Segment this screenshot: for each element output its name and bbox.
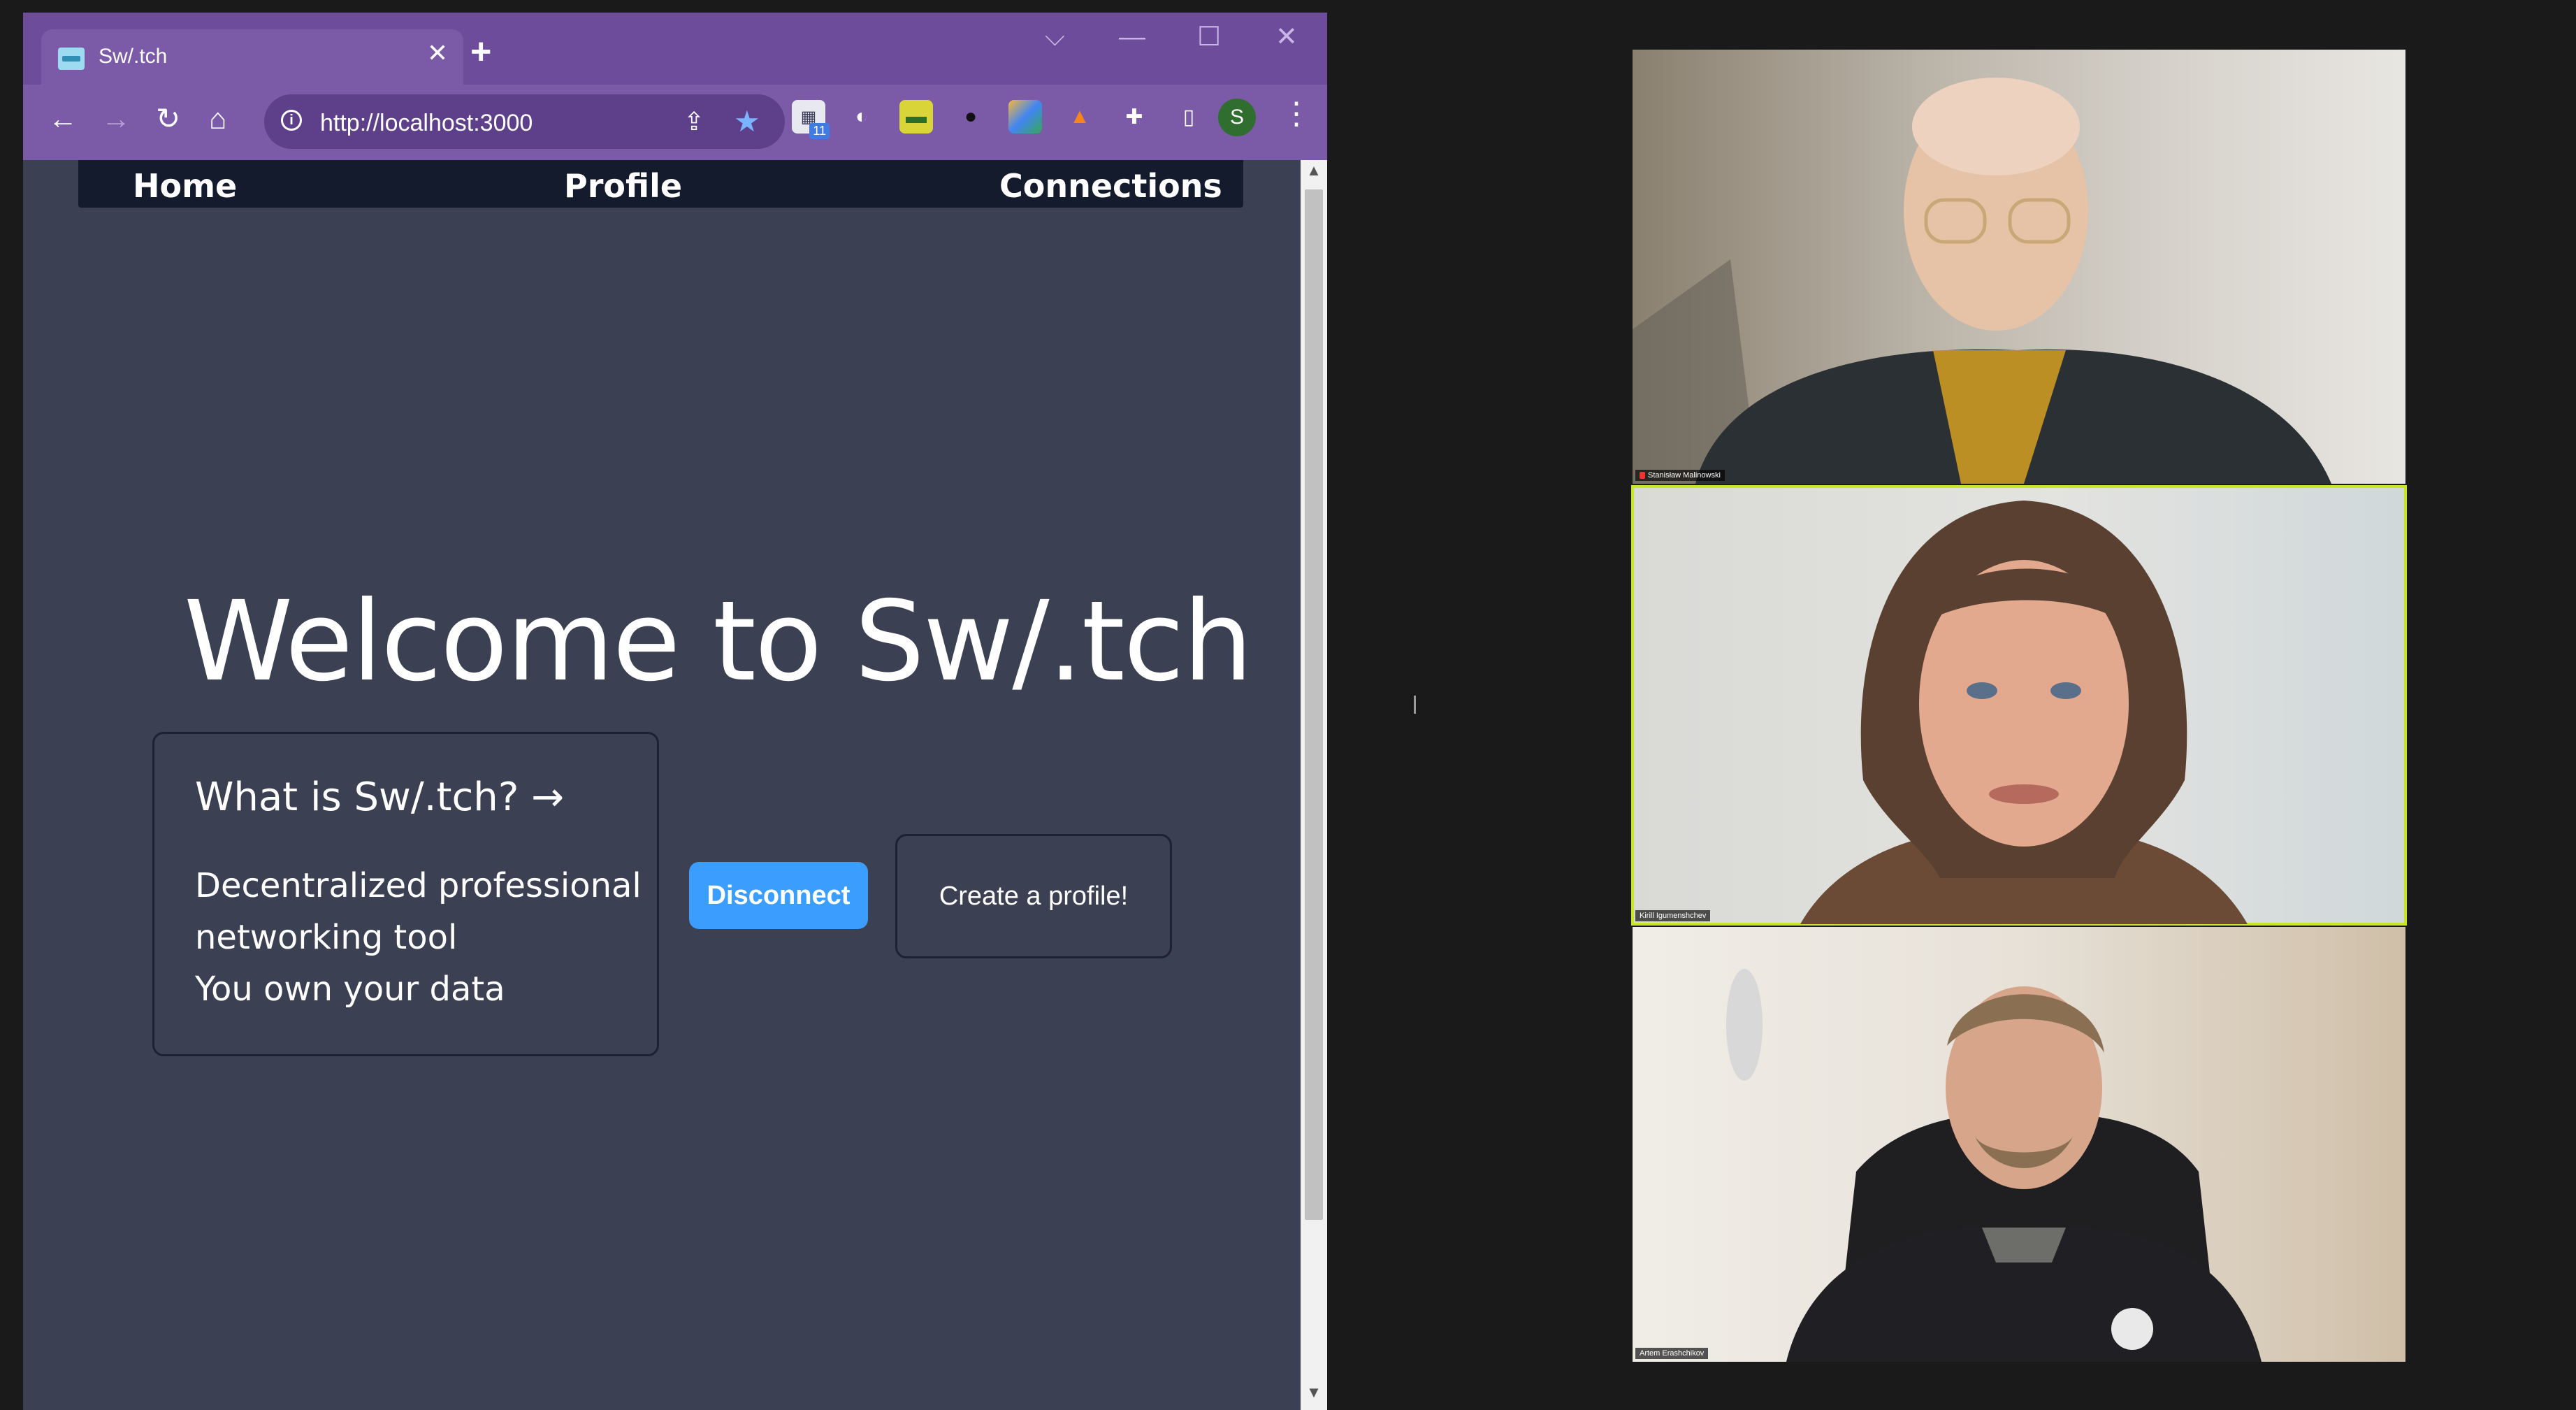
info-icon[interactable]: i (281, 110, 302, 131)
participant-name: Kirill Igumenshchev (1640, 912, 1707, 920)
puzzle-icon[interactable]: ✚ (1117, 100, 1151, 134)
new-tab-button[interactable]: + (470, 34, 491, 70)
share-icon[interactable]: ⇪ (683, 107, 704, 136)
fox-extension-icon[interactable]: ▲ (1063, 100, 1097, 134)
hero-title: Welcome to Sw/.tch (184, 577, 1253, 706)
extension-badge: 11 (809, 123, 830, 139)
text-cursor (1414, 696, 1416, 714)
browser-window: Sw/.tch ✕ + ⌵ — ☐ ✕ ← → ↻ ⌂ i http://loc… (23, 13, 1327, 1410)
minimize-icon[interactable]: — (1119, 24, 1145, 50)
nav-connections[interactable]: Connections (999, 167, 1222, 205)
card-line: Decentralized professional (195, 866, 642, 905)
video-tile[interactable]: Artem Erashchikov (1633, 927, 2405, 1362)
video-tile-active-speaker[interactable]: Kirill Igumenshchev (1631, 485, 2407, 926)
nav-profile[interactable]: Profile (564, 167, 682, 205)
star-icon[interactable]: ★ (734, 104, 760, 138)
participant-video (1633, 78, 2331, 484)
tab-strip: Sw/.tch ✕ + ⌵ — ☐ ✕ (23, 13, 1327, 85)
card-description: Decentralized professional networking to… (195, 860, 642, 1015)
back-arrow-icon[interactable]: ← (48, 104, 78, 134)
participant-video (1800, 501, 2248, 924)
maximize-icon[interactable]: ☐ (1197, 24, 1221, 50)
nav-home[interactable]: Home (133, 167, 237, 205)
side-panel-icon[interactable]: ▯ (1172, 100, 1206, 134)
kebab-menu-icon[interactable]: ⋮ (1281, 99, 1312, 129)
tab-title: Sw/.tch (99, 45, 168, 68)
url-text[interactable]: http://localhost:3000 (320, 110, 533, 137)
calendar-extension-icon[interactable]: ▦ 11 (792, 100, 830, 139)
participant-name-tag: Kirill Igumenshchev (1635, 910, 1711, 921)
page-viewport: Home Profile Connections Welcome to Sw/.… (23, 160, 1327, 1410)
favicon-icon (58, 48, 85, 70)
create-profile-button[interactable]: Create a profile! (895, 834, 1172, 958)
ghost-extension-icon[interactable]: ● (954, 100, 987, 134)
forward-arrow-icon[interactable]: → (101, 104, 131, 134)
site-navbar: Home Profile Connections (78, 160, 1243, 208)
chevron-down-icon[interactable]: ⌵ (1045, 24, 1065, 50)
tab-switch[interactable]: Sw/.tch ✕ (41, 29, 463, 85)
participant-video (1726, 969, 2262, 1362)
profile-avatar[interactable]: S (1218, 99, 1256, 136)
card-line: networking tool (195, 918, 458, 957)
mic-off-icon (1640, 472, 1645, 480)
color-extension-icon[interactable] (1008, 100, 1042, 134)
scroll-up-arrow-icon[interactable]: ▲ (1301, 161, 1327, 185)
screen-extension-icon[interactable]: ▬ (899, 100, 933, 134)
participant-name-tag: Stanisław Malinowski (1635, 470, 1725, 481)
participant-name: Stanisław Malinowski (1648, 471, 1721, 480)
video-tile[interactable]: Stanisław Malinowski (1633, 50, 2405, 484)
dark-mode-extension-icon[interactable]: ◐ (845, 100, 878, 134)
scroll-thumb[interactable] (1305, 189, 1323, 1220)
participant-name: Artem Erashchikov (1640, 1349, 1705, 1358)
scroll-down-arrow-icon[interactable]: ▼ (1301, 1383, 1327, 1407)
reload-icon[interactable]: ↻ (156, 104, 180, 134)
vertical-scrollbar[interactable]: ▲ ▼ (1301, 160, 1327, 1410)
card-heading[interactable]: What is Sw/.tch? → (195, 775, 564, 820)
disconnect-button[interactable]: Disconnect (689, 862, 868, 929)
participant-name-tag: Artem Erashchikov (1635, 1348, 1709, 1359)
address-bar[interactable]: i http://localhost:3000 ⇪ ★ (264, 94, 785, 149)
card-line: You own your data (195, 970, 505, 1009)
info-card[interactable]: What is Sw/.tch? → Decentralized profess… (152, 732, 659, 1056)
close-icon[interactable]: ✕ (1275, 24, 1298, 50)
browser-toolbar: ← → ↻ ⌂ i http://localhost:3000 ⇪ ★ ▦ 11 … (23, 85, 1327, 160)
home-icon[interactable]: ⌂ (209, 104, 226, 134)
tab-close-icon[interactable]: ✕ (427, 41, 448, 66)
